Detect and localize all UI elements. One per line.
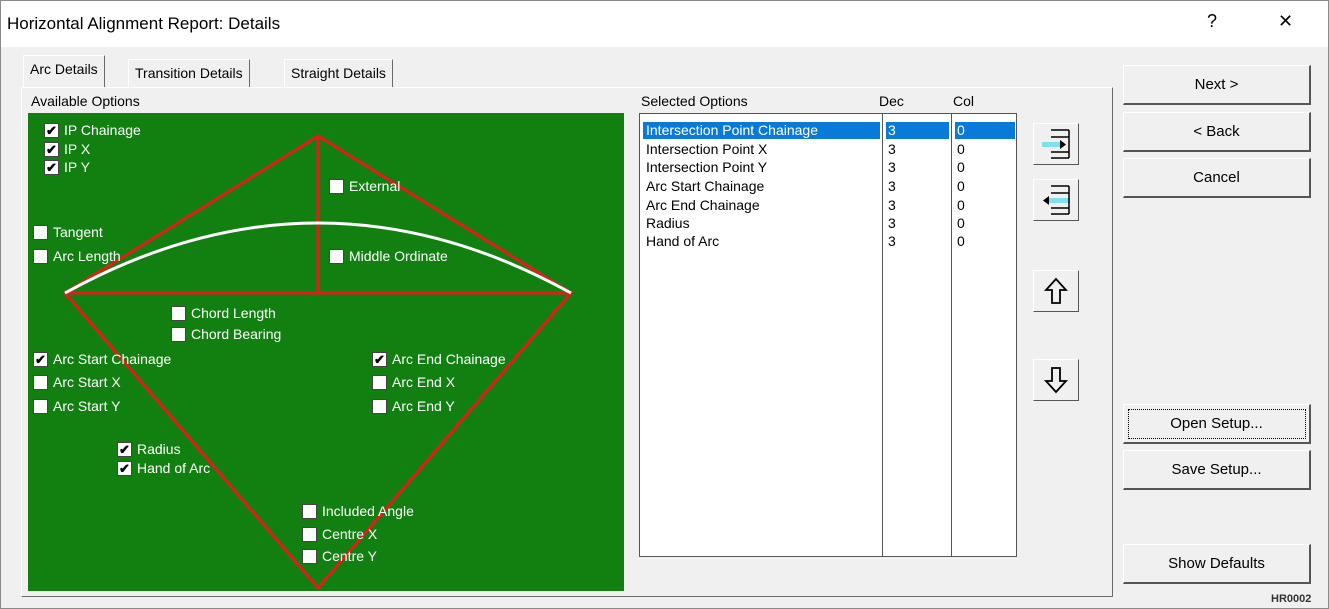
checkbox-radius[interactable]: ✔: [117, 441, 132, 457]
tab-straight-details[interactable]: Straight Details: [284, 59, 393, 87]
form-code: HR0002: [1271, 593, 1312, 605]
option-chord-bearing[interactable]: Chord Bearing: [171, 325, 281, 343]
selected-options-list[interactable]: Intersection Point Chainage 3 0 Intersec…: [639, 113, 1017, 557]
available-options-label: Available Options: [31, 93, 140, 109]
list-item-col[interactable]: 0: [957, 141, 965, 158]
option-arc-length[interactable]: Arc Length: [33, 247, 121, 265]
option-ip-y[interactable]: ✔ IP Y: [44, 158, 90, 176]
cancel-button[interactable]: Cancel: [1123, 158, 1311, 198]
list-item-dec[interactable]: 3: [888, 159, 896, 176]
list-item-col[interactable]: 0: [957, 215, 965, 232]
selected-row[interactable]: Intersection Point Chainage: [643, 122, 880, 139]
help-button[interactable]: ?: [1207, 11, 1217, 32]
arc-diagram: ✔ IP Chainage ✔ IP X ✔ IP Y External Tangen…: [28, 113, 624, 591]
checkbox-chord-length[interactable]: [171, 305, 186, 321]
checkbox-ip-y[interactable]: ✔: [44, 159, 59, 175]
option-chord-length[interactable]: Chord Length: [171, 304, 276, 322]
list-item[interactable]: Arc Start Chainage: [646, 178, 764, 195]
selected-row-dec[interactable]: 3: [886, 122, 949, 139]
list-item-col[interactable]: 0: [957, 178, 965, 195]
move-down-button[interactable]: [1033, 359, 1079, 401]
tab-transition-details[interactable]: Transition Details: [128, 59, 250, 87]
selected-options-label: Selected Options: [641, 93, 748, 109]
checkbox-arc-start-y[interactable]: [33, 398, 48, 414]
list-item-dec[interactable]: 3: [888, 141, 896, 158]
checkbox-middle-ordinate[interactable]: [329, 248, 344, 264]
checkbox-centre-y[interactable]: [302, 548, 317, 564]
list-item[interactable]: Radius: [646, 215, 690, 232]
option-included-angle[interactable]: Included Angle: [302, 502, 414, 520]
checkbox-hand-of-arc[interactable]: ✔: [117, 460, 132, 476]
save-setup-button[interactable]: Save Setup...: [1123, 450, 1311, 490]
option-arc-end-x[interactable]: Arc End X: [372, 373, 455, 391]
option-external[interactable]: External: [329, 177, 400, 195]
checkbox-arc-end-y[interactable]: [372, 398, 387, 414]
option-radius[interactable]: ✔ Radius: [117, 440, 181, 458]
option-ip-x[interactable]: ✔ IP X: [44, 140, 90, 158]
list-item-dec[interactable]: 3: [888, 197, 896, 214]
checkbox-included-angle[interactable]: [302, 503, 317, 519]
add-to-list-icon: [1042, 129, 1070, 159]
list-item-dec[interactable]: 3: [888, 215, 896, 232]
show-defaults-button[interactable]: Show Defaults: [1123, 544, 1311, 584]
list-item[interactable]: Hand of Arc: [646, 233, 719, 250]
checkbox-arc-end-x[interactable]: [372, 374, 387, 390]
next-button[interactable]: Next >: [1123, 65, 1311, 105]
option-middle-ordinate[interactable]: Middle Ordinate: [329, 247, 448, 265]
option-arc-end-y[interactable]: Arc End Y: [372, 397, 455, 415]
checkbox-ip-chainage[interactable]: ✔: [44, 122, 59, 138]
arrow-up-icon: [1044, 277, 1068, 304]
selected-row-col[interactable]: 0: [955, 122, 1015, 139]
list-item-col[interactable]: 0: [957, 159, 965, 176]
checkbox-external[interactable]: [329, 178, 344, 194]
checkbox-arc-end-chainage[interactable]: ✔: [372, 351, 387, 367]
open-setup-button[interactable]: Open Setup...: [1123, 404, 1311, 444]
title-bar: Horizontal Alignment Report: Details ? ✕: [1, 1, 1328, 47]
checkbox-tangent[interactable]: [33, 224, 48, 240]
option-centre-x[interactable]: Centre X: [302, 525, 377, 543]
checkbox-ip-x[interactable]: ✔: [44, 141, 59, 157]
list-item[interactable]: Intersection Point X: [646, 141, 767, 158]
dialog: Horizontal Alignment Report: Details ? ✕…: [0, 0, 1329, 609]
window-title: Horizontal Alignment Report: Details: [7, 14, 281, 33]
checkbox-chord-bearing[interactable]: [171, 326, 186, 342]
option-ip-chainage[interactable]: ✔ IP Chainage: [44, 121, 141, 139]
checkbox-centre-x[interactable]: [302, 526, 317, 542]
move-up-button[interactable]: [1033, 270, 1079, 312]
add-option-button[interactable]: [1033, 123, 1079, 165]
list-item-col[interactable]: 0: [957, 233, 965, 250]
close-button[interactable]: ✕: [1278, 11, 1293, 32]
remove-option-button[interactable]: [1033, 179, 1079, 221]
checkbox-arc-start-chainage[interactable]: ✔: [33, 351, 48, 367]
arrow-down-icon: [1044, 367, 1068, 394]
dec-header: Dec: [879, 93, 904, 109]
option-arc-start-chainage[interactable]: ✔ Arc Start Chainage: [33, 350, 171, 368]
list-item-dec[interactable]: 3: [888, 233, 896, 250]
list-item-col[interactable]: 0: [957, 197, 965, 214]
option-arc-end-chainage[interactable]: ✔ Arc End Chainage: [372, 350, 506, 368]
option-tangent[interactable]: Tangent: [33, 223, 103, 241]
option-arc-start-y[interactable]: Arc Start Y: [33, 397, 120, 415]
list-item[interactable]: Intersection Point Y: [646, 159, 767, 176]
remove-from-list-icon: [1043, 185, 1070, 215]
tab-arc-details[interactable]: Arc Details: [23, 55, 105, 87]
col-header: Col: [953, 93, 975, 109]
checkbox-arc-start-x[interactable]: [33, 374, 48, 390]
list-item-dec[interactable]: 3: [888, 178, 896, 195]
checkbox-arc-length[interactable]: [33, 248, 48, 264]
option-arc-start-x[interactable]: Arc Start X: [33, 373, 121, 391]
option-centre-y[interactable]: Centre Y: [302, 547, 377, 565]
back-button[interactable]: < Back: [1123, 112, 1311, 152]
list-item[interactable]: Arc End Chainage: [646, 197, 760, 214]
option-hand-of-arc[interactable]: ✔ Hand of Arc: [117, 459, 210, 477]
